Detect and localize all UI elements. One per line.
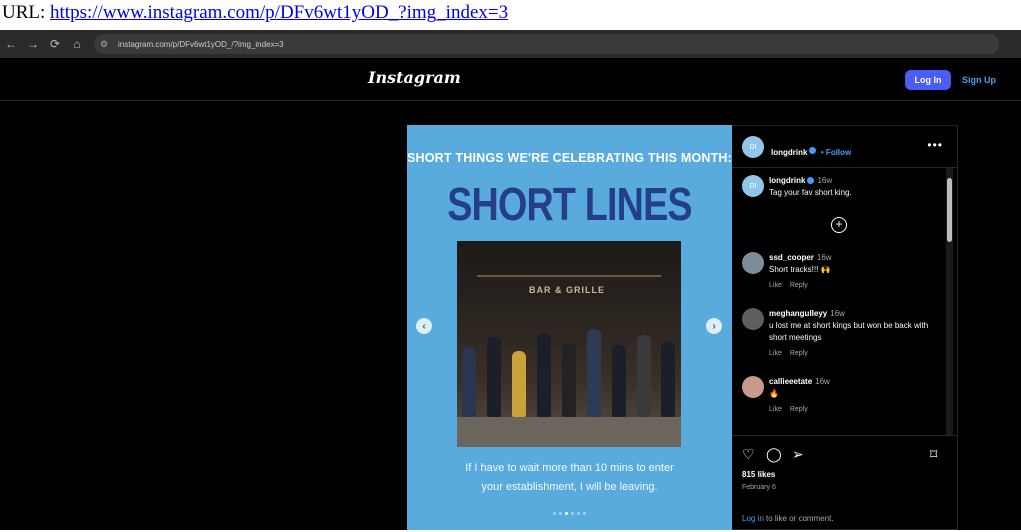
browser-toolbar: ← → ⟳ ⌂ ⚙ instagram.com/p/DFv6wt1yOD_/?i… <box>0 30 1021 58</box>
carousel-dot <box>571 512 574 515</box>
comment-username[interactable]: callieeetate <box>769 377 812 386</box>
avatar[interactable] <box>742 252 764 274</box>
more-options-icon[interactable]: ••• <box>927 138 943 152</box>
photo-sign: BAR & GRILLE <box>529 285 605 295</box>
post-author: longdrink • Follow <box>771 142 851 160</box>
home-icon[interactable]: ⌂ <box>66 33 88 55</box>
photo-person <box>561 343 576 417</box>
comment-time: 16w <box>816 253 832 262</box>
carousel-dots <box>407 512 732 515</box>
like-link[interactable]: Like <box>769 406 782 413</box>
carousel-dot <box>583 512 586 515</box>
share-icon[interactable]: ➢ <box>792 446 804 463</box>
site-settings-icon[interactable]: ⚙ <box>100 39 112 49</box>
photo-person <box>537 333 552 417</box>
comment-username[interactable]: ssd_cooper <box>769 253 814 262</box>
reply-link[interactable]: Reply <box>790 282 808 289</box>
photo-person <box>586 329 601 417</box>
caption-text: Tag your fav short king. <box>769 188 852 197</box>
caption-text-block: longdrink 16w Tag your fav short king. <box>769 175 944 199</box>
photo-person <box>611 345 626 417</box>
scrollbar-thumb[interactable] <box>947 178 952 242</box>
heart-icon[interactable]: ♡ <box>742 446 755 463</box>
photo-person <box>487 337 502 417</box>
comment-actions: Like Reply <box>769 404 944 416</box>
media-caption: If I have to wait more than 10 mins to e… <box>427 459 712 497</box>
media-caption-line: your establishment, I will be leaving. <box>481 481 658 493</box>
post-actions: ♡ ◯ ➢ ⌑ 815 likes February 6 Log in to l… <box>732 435 957 532</box>
forward-icon[interactable]: → <box>22 33 44 55</box>
photo-person <box>636 335 651 417</box>
comment-actions: Like Reply <box>769 348 944 360</box>
comment-body: meghangulleyy 16w u lost me at short king… <box>769 308 944 360</box>
comment-body: ssd_cooper 16w Short tracks!!! 🙌 Like Repl… <box>769 252 944 292</box>
photo-sidewalk <box>457 417 681 447</box>
comment-time: 16w <box>815 377 830 386</box>
reply-link[interactable]: Reply <box>790 406 808 413</box>
photo-person <box>661 341 676 417</box>
caption-username[interactable]: longdrink <box>769 176 805 185</box>
login-button[interactable]: Log In <box>905 70 951 90</box>
address-text: instagram.com/p/DFv6wt1yOD_/?img_index=3 <box>118 39 284 49</box>
url-caption: URL: https://www.instagram.com/p/DFv6wt1… <box>2 2 508 28</box>
post-container: SHORT THINGS WE'RE CELEBRATING THIS MONT… <box>407 125 958 530</box>
media-title: SHORT LINES <box>447 178 692 230</box>
comment-actions: Like Reply <box>769 280 944 292</box>
avatar[interactable]: DI <box>742 136 764 158</box>
like-link[interactable]: Like <box>769 350 782 357</box>
comment-icon[interactable]: ◯ <box>766 446 782 463</box>
comment-username[interactable]: meghangulleyy <box>769 309 827 318</box>
bookmark-icon[interactable]: ⌑ <box>930 446 937 463</box>
load-more-icon[interactable]: + <box>831 217 847 233</box>
verified-icon <box>807 177 815 185</box>
follow-link[interactable]: • Follow <box>821 148 851 157</box>
login-link[interactable]: Log in <box>742 514 764 523</box>
signup-link[interactable]: Sign Up <box>962 75 996 85</box>
reply-link[interactable]: Reply <box>790 350 808 357</box>
post-media: SHORT THINGS WE'RE CELEBRATING THIS MONT… <box>407 125 732 530</box>
post-sidebar: DI longdrink • Follow ••• DI longdrink 16… <box>732 125 958 530</box>
likes-count: 815 likes <box>742 470 776 479</box>
login-prompt-text: to like or comment. <box>763 514 834 523</box>
prev-slide-icon[interactable]: ‹ <box>416 318 432 334</box>
photo-person <box>462 347 477 417</box>
author-username[interactable]: longdrink <box>771 148 807 157</box>
comment-body: callieeetate 16w 🔥 Like Reply <box>769 376 944 416</box>
reload-icon[interactable]: ⟳ <box>44 33 66 55</box>
avatar[interactable]: DI <box>742 175 764 197</box>
like-link[interactable]: Like <box>769 282 782 289</box>
avatar[interactable] <box>742 308 764 330</box>
comment-time: 16w <box>830 309 845 318</box>
url-link[interactable]: https://www.instagram.com/p/DFv6wt1yOD_?… <box>50 2 508 23</box>
comment-text: u lost me at short kings but won be back… <box>769 321 929 342</box>
url-prefix: URL: <box>2 2 46 23</box>
comments-scrollbar[interactable] <box>946 168 953 436</box>
top-nav: Instagram Log In Sign Up <box>0 58 1021 101</box>
carousel-dot <box>565 512 568 515</box>
login-prompt: Log in to like or comment. <box>742 514 834 523</box>
verified-icon <box>809 147 817 155</box>
media-headline: SHORT THINGS WE'RE CELEBRATING THIS MONT… <box>407 151 732 165</box>
photo-crowd <box>457 321 681 417</box>
post-date: February 6 <box>742 484 776 491</box>
address-bar[interactable]: ⚙ instagram.com/p/DFv6wt1yOD_/?img_index… <box>94 34 999 54</box>
instagram-logo[interactable]: Instagram <box>368 68 461 87</box>
carousel-dot <box>553 512 556 515</box>
next-slide-icon[interactable]: › <box>706 318 722 334</box>
comment-text: 🔥 <box>769 389 779 398</box>
comment-text: Short tracks!!! 🙌 <box>769 265 831 274</box>
avatar[interactable] <box>742 376 764 398</box>
carousel-dot <box>577 512 580 515</box>
media-caption-line: If I have to wait more than 10 mins to e… <box>465 462 674 474</box>
caption-time: 16w <box>817 176 833 185</box>
post-header: DI longdrink • Follow ••• <box>732 126 957 168</box>
back-icon[interactable]: ← <box>0 33 22 55</box>
bar-photo: BAR & GRILLE <box>457 241 681 447</box>
photo-person <box>512 351 527 417</box>
instagram-page: Instagram Log In Sign Up SHORT THINGS WE… <box>0 58 1021 530</box>
carousel-dot <box>559 512 562 515</box>
